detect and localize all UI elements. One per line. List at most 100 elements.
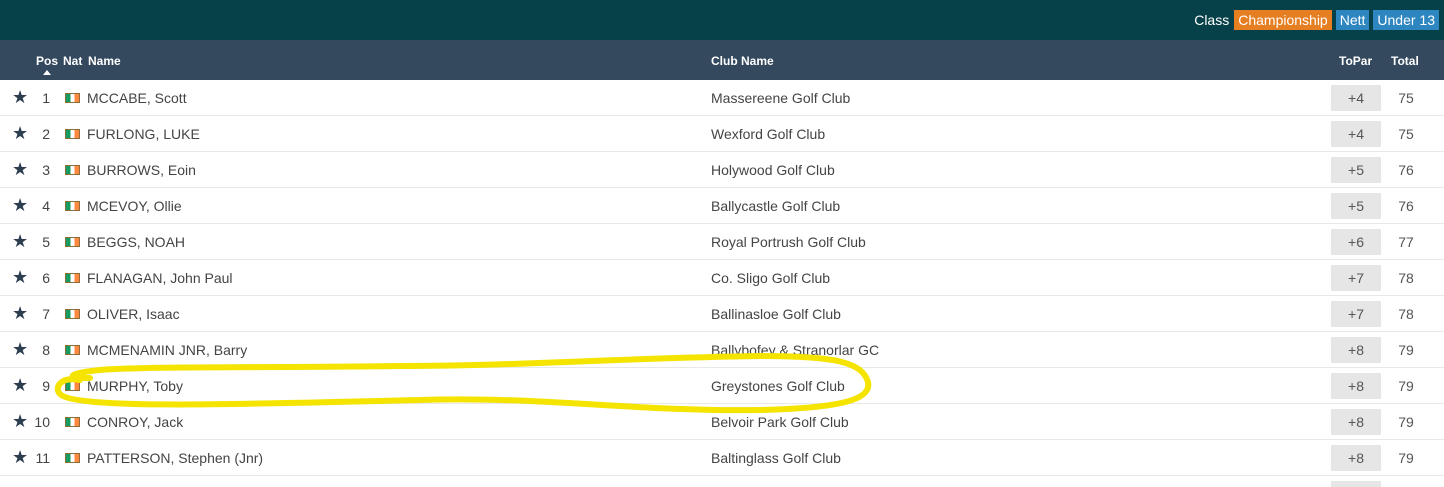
ireland-flag-icon <box>65 345 80 355</box>
total-score: 76 <box>1398 162 1414 178</box>
star-icon[interactable]: ★ <box>12 339 28 360</box>
position: 4 <box>42 198 50 214</box>
star-icon[interactable]: ★ <box>12 159 28 180</box>
star-icon[interactable]: ★ <box>12 87 28 108</box>
table-row[interactable]: ★ 7 OLIVER, Isaac Ballinasloe Golf Club … <box>0 296 1444 332</box>
ireland-flag-icon <box>65 93 80 103</box>
table-row[interactable]: ★ 6 FLANAGAN, John Paul Co. Sligo Golf C… <box>0 260 1444 296</box>
star-icon[interactable]: ★ <box>12 303 28 324</box>
to-par-badge: +8 <box>1331 445 1381 471</box>
total-score: 76 <box>1398 198 1414 214</box>
club-name: Holywood Golf Club <box>711 162 835 178</box>
column-header-name[interactable]: Name <box>88 54 121 68</box>
class-option-nett[interactable]: Nett <box>1335 10 1370 30</box>
position: 3 <box>42 162 50 178</box>
table-row[interactable]: ★ 11 PATTERSON, Stephen (Jnr) Baltinglas… <box>0 440 1444 476</box>
ireland-flag-icon <box>65 453 80 463</box>
club-name: Ballycastle Golf Club <box>711 198 841 214</box>
star-icon[interactable]: ★ <box>12 447 28 468</box>
star-icon[interactable]: ★ <box>12 411 28 432</box>
to-par-badge: +4 <box>1331 85 1381 111</box>
position: 10 <box>34 414 50 430</box>
position: 7 <box>42 306 50 322</box>
to-par-badge-partial <box>1331 481 1381 487</box>
ireland-flag-icon <box>65 237 80 247</box>
table-row[interactable]: ★ 2 FURLONG, LUKE Wexford Golf Club +4 7… <box>0 116 1444 152</box>
club-name: Wexford Golf Club <box>711 126 826 142</box>
ireland-flag-icon <box>65 309 80 319</box>
class-filter: Class Championship Nett Under 13 <box>1194 10 1439 30</box>
position: 9 <box>42 378 50 394</box>
ireland-flag-icon <box>65 165 80 175</box>
position: 2 <box>42 126 50 142</box>
star-icon[interactable]: ★ <box>12 195 28 216</box>
player-name[interactable]: MCCABE, Scott <box>87 90 187 106</box>
to-par-badge: +8 <box>1331 373 1381 399</box>
table-row[interactable]: ★ 8 MCMENAMIN JNR, Barry Ballybofey & St… <box>0 332 1444 368</box>
player-name[interactable]: OLIVER, Isaac <box>87 306 180 322</box>
class-filter-label: Class <box>1194 12 1230 28</box>
ireland-flag-icon <box>65 381 80 391</box>
sort-ascending-icon <box>43 70 51 75</box>
class-option-under-13[interactable]: Under 13 <box>1373 10 1439 30</box>
total-score: 79 <box>1398 378 1414 394</box>
player-name[interactable]: MCMENAMIN JNR, Barry <box>87 342 247 358</box>
player-name[interactable]: MURPHY, Toby <box>87 378 183 394</box>
to-par-badge: +6 <box>1331 229 1381 255</box>
position: 6 <box>42 270 50 286</box>
column-header-topar[interactable]: ToPar <box>1339 54 1372 68</box>
total-score: 78 <box>1398 270 1414 286</box>
player-name[interactable]: BEGGS, NOAH <box>87 234 185 250</box>
table-row[interactable]: ★ 10 CONROY, Jack Belvoir Park Golf Club… <box>0 404 1444 440</box>
column-header-club[interactable]: Club Name <box>711 54 774 68</box>
total-score: 78 <box>1398 306 1414 322</box>
player-name[interactable]: FLANAGAN, John Paul <box>87 270 233 286</box>
table-header: Pos Nat Name Club Name ToPar Total <box>0 40 1444 80</box>
club-name: Greystones Golf Club <box>711 378 845 394</box>
club-name: Baltinglass Golf Club <box>711 450 841 466</box>
to-par-badge: +7 <box>1331 265 1381 291</box>
position: 1 <box>42 90 50 106</box>
column-header-total[interactable]: Total <box>1391 54 1419 68</box>
column-header-pos[interactable]: Pos <box>36 54 58 68</box>
ireland-flag-icon <box>65 129 80 139</box>
player-name[interactable]: PATTERSON, Stephen (Jnr) <box>87 450 263 466</box>
table-row[interactable]: ★ 3 BURROWS, Eoin Holywood Golf Club +5 … <box>0 152 1444 188</box>
to-par-badge: +7 <box>1331 301 1381 327</box>
star-icon[interactable]: ★ <box>12 267 28 288</box>
to-par-badge: +8 <box>1331 409 1381 435</box>
club-name: Belvoir Park Golf Club <box>711 414 849 430</box>
club-name: Royal Portrush Golf Club <box>711 234 866 250</box>
top-bar: Class Championship Nett Under 13 <box>0 0 1444 40</box>
star-icon[interactable]: ★ <box>12 123 28 144</box>
total-score: 79 <box>1398 342 1414 358</box>
position: 5 <box>42 234 50 250</box>
total-score: 77 <box>1398 234 1414 250</box>
total-score: 79 <box>1398 414 1414 430</box>
leaderboard-table: ★ 1 MCCABE, Scott Massereene Golf Club +… <box>0 80 1444 476</box>
table-row[interactable]: ★ 4 MCEVOY, Ollie Ballycastle Golf Club … <box>0 188 1444 224</box>
table-row[interactable]: ★ 9 MURPHY, Toby Greystones Golf Club +8… <box>0 368 1444 404</box>
club-name: Ballinasloe Golf Club <box>711 306 841 322</box>
position: 11 <box>35 450 50 466</box>
ireland-flag-icon <box>65 273 80 283</box>
table-row[interactable]: ★ 1 MCCABE, Scott Massereene Golf Club +… <box>0 80 1444 116</box>
total-score: 79 <box>1398 450 1414 466</box>
player-name[interactable]: CONROY, Jack <box>87 414 183 430</box>
star-icon[interactable]: ★ <box>12 375 28 396</box>
table-row[interactable]: ★ 5 BEGGS, NOAH Royal Portrush Golf Club… <box>0 224 1444 260</box>
club-name: Massereene Golf Club <box>711 90 851 106</box>
player-name[interactable]: MCEVOY, Ollie <box>87 198 182 214</box>
player-name[interactable]: FURLONG, LUKE <box>87 126 200 142</box>
ireland-flag-icon <box>65 201 80 211</box>
table-row-partial <box>0 476 1444 487</box>
column-header-nat[interactable]: Nat <box>63 54 82 68</box>
club-name: Ballybofey & Stranorlar GC <box>711 342 880 358</box>
star-icon[interactable]: ★ <box>12 231 28 252</box>
to-par-badge: +5 <box>1331 193 1381 219</box>
ireland-flag-icon <box>65 417 80 427</box>
total-score: 75 <box>1398 90 1414 106</box>
position: 8 <box>42 342 50 358</box>
class-option-championship[interactable]: Championship <box>1234 10 1332 30</box>
player-name[interactable]: BURROWS, Eoin <box>87 162 196 178</box>
